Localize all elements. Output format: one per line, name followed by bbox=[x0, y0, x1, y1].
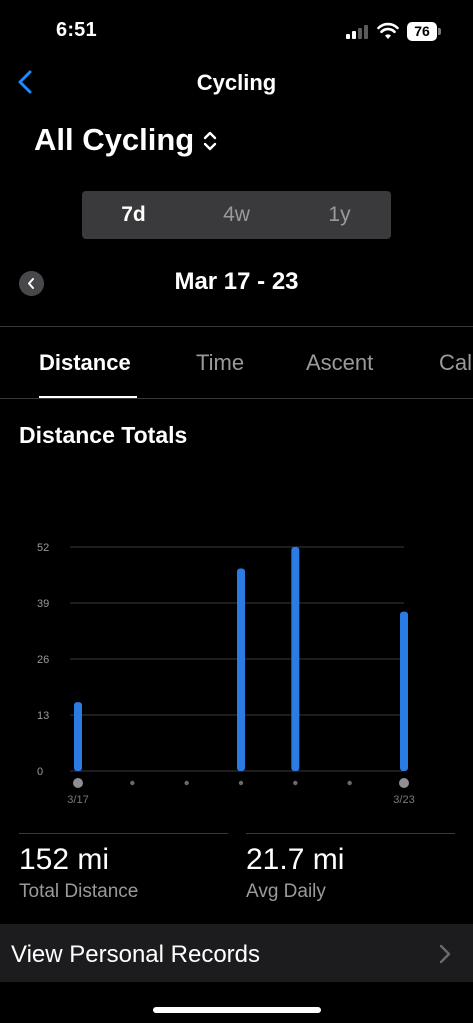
avg-daily-value: 21.7 mi bbox=[246, 843, 345, 876]
distance-bar-chart: 0 13 26 39 52 3/17 3/23 bbox=[37, 542, 415, 806]
y-tick-label: 0 bbox=[37, 766, 43, 778]
view-personal-records-row[interactable]: View Personal Records bbox=[0, 924, 473, 982]
tab-time[interactable]: Time bbox=[196, 350, 244, 376]
home-indicator bbox=[153, 1007, 321, 1013]
x-tick-label: 3/17 bbox=[67, 794, 88, 806]
x-tick-dot bbox=[184, 780, 189, 786]
divider bbox=[0, 326, 473, 327]
bar bbox=[74, 702, 82, 771]
bar bbox=[400, 611, 408, 771]
battery-icon: 76 bbox=[407, 22, 441, 41]
status-bar: 6:51 76 bbox=[0, 0, 473, 60]
date-range-label: Mar 17 - 23 bbox=[174, 268, 299, 295]
metric-tabs: Distance Time Ascent Cal bbox=[0, 328, 473, 398]
battery-level: 76 bbox=[414, 23, 430, 39]
page-title: Cycling bbox=[196, 70, 277, 95]
tab-ascent[interactable]: Ascent bbox=[306, 350, 373, 376]
tab-calories[interactable]: Cal bbox=[439, 350, 472, 376]
divider bbox=[246, 833, 455, 834]
bar bbox=[291, 547, 300, 771]
section-title: Distance Totals bbox=[19, 422, 188, 448]
x-tick-dot bbox=[347, 780, 352, 786]
x-tick-dot bbox=[130, 780, 135, 786]
y-tick-label: 13 bbox=[37, 710, 49, 722]
x-tick-dot bbox=[293, 780, 298, 786]
x-tick-dot bbox=[238, 780, 244, 786]
range-segmented-control: 7d 4w 1y bbox=[82, 191, 391, 239]
bar bbox=[237, 568, 245, 771]
divider bbox=[19, 833, 228, 834]
activity-type-picker[interactable]: All Cycling bbox=[34, 120, 218, 160]
avg-daily-label: Avg Daily bbox=[246, 881, 326, 902]
x-tick-label: 3/23 bbox=[393, 794, 414, 806]
wifi-icon bbox=[377, 22, 399, 39]
range-tab-7d[interactable]: 7d bbox=[82, 191, 185, 239]
tab-distance[interactable]: Distance bbox=[39, 350, 131, 376]
total-distance-label: Total Distance bbox=[19, 881, 139, 902]
y-tick-label: 52 bbox=[37, 542, 49, 554]
activity-type-label: All Cycling bbox=[34, 122, 195, 157]
chevron-right-icon bbox=[439, 944, 451, 964]
cellular-signal-icon bbox=[346, 25, 370, 39]
y-tick-label: 39 bbox=[37, 598, 49, 610]
x-tick-dot bbox=[73, 778, 83, 788]
x-tick-dot bbox=[399, 778, 409, 788]
divider bbox=[0, 398, 473, 399]
chevron-up-down-icon bbox=[204, 131, 217, 151]
y-tick-label: 26 bbox=[37, 654, 49, 666]
total-distance-value: 152 mi bbox=[19, 843, 110, 876]
range-tab-1y[interactable]: 1y bbox=[288, 191, 391, 239]
view-personal-records-label: View Personal Records bbox=[11, 941, 261, 968]
status-time: 6:51 bbox=[56, 19, 97, 41]
range-tab-4w[interactable]: 4w bbox=[185, 191, 288, 239]
